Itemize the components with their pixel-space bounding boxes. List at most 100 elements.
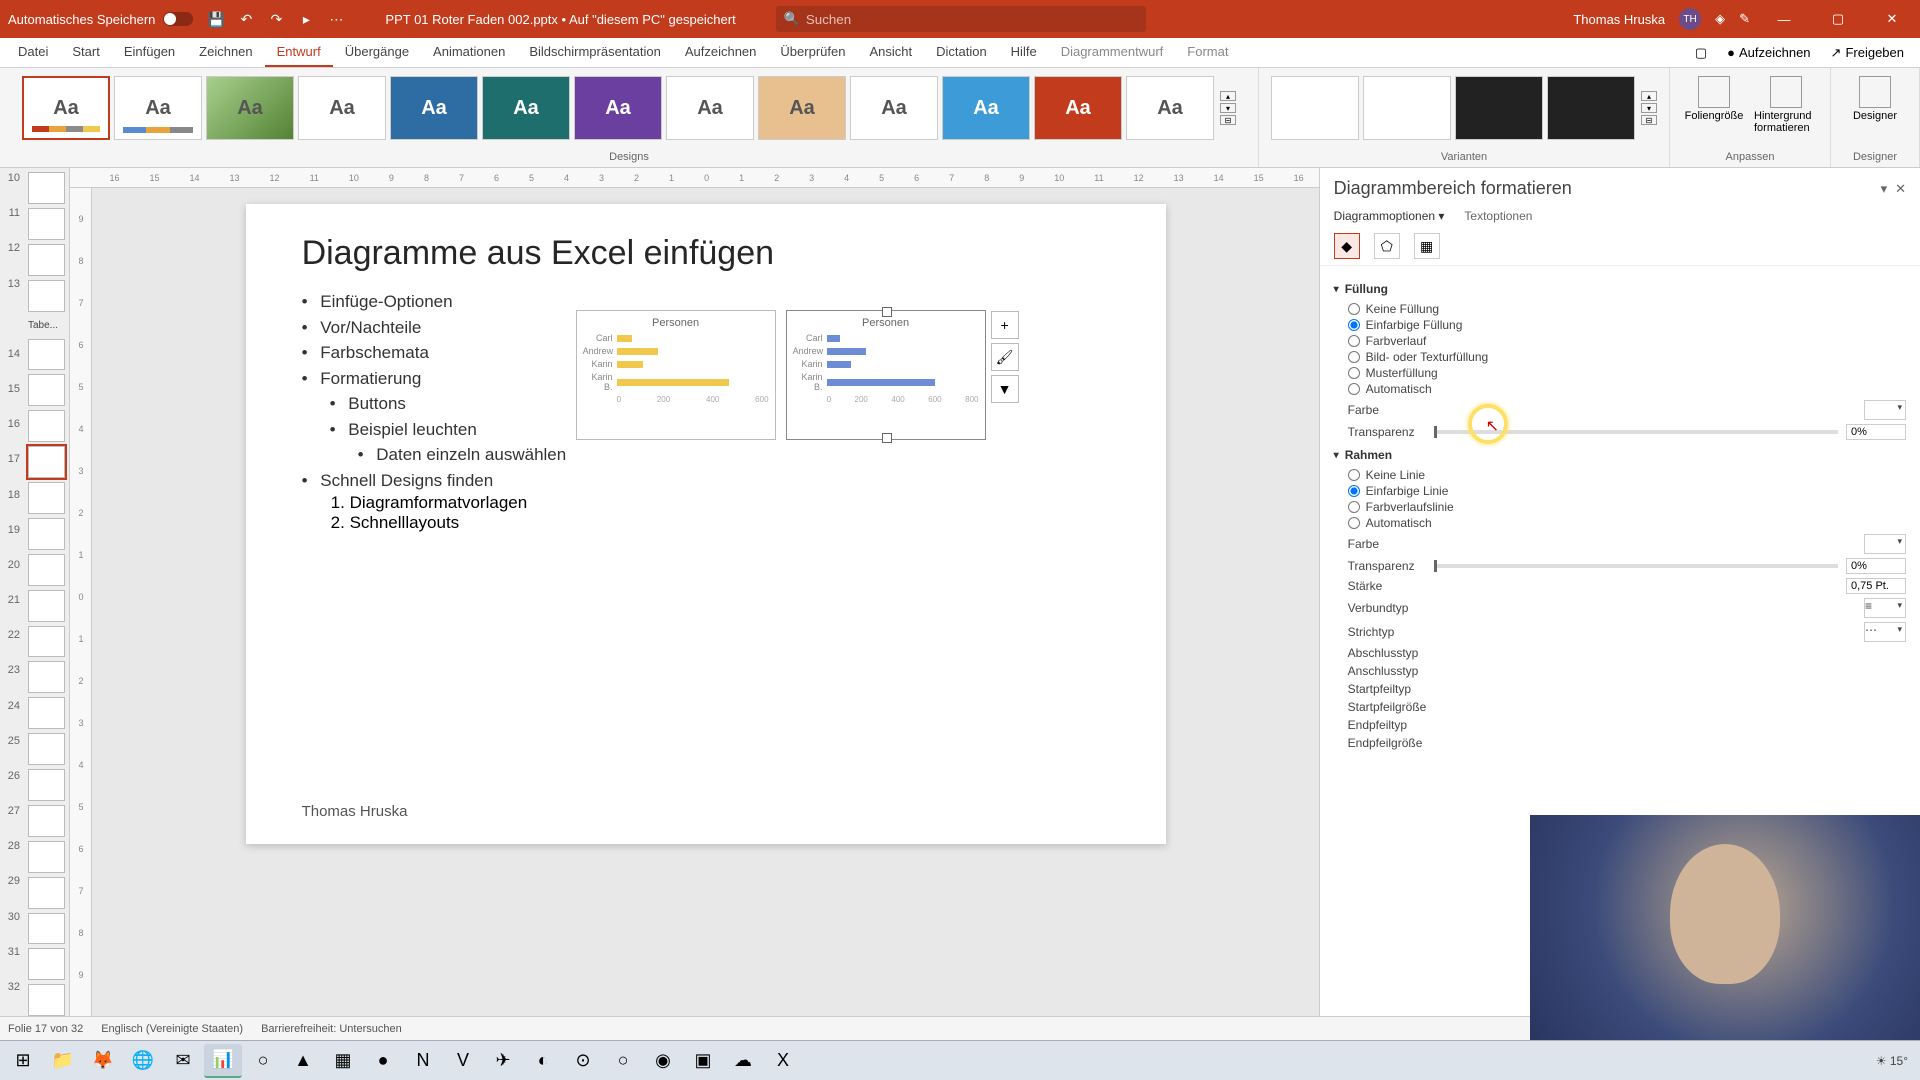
pane-tab-chart[interactable]: Diagrammoptionen ▾ bbox=[1334, 209, 1445, 223]
start-button[interactable]: ⊞ bbox=[4, 1044, 42, 1078]
fill-option[interactable]: Musterfüllung bbox=[1348, 366, 1906, 380]
fill-option[interactable]: Automatisch bbox=[1348, 382, 1906, 396]
section-border[interactable]: Rahmen bbox=[1334, 448, 1906, 462]
fill-option[interactable]: Farbverlauf bbox=[1348, 334, 1906, 348]
slide[interactable]: Diagramme aus Excel einfügen Einfüge-Opt… bbox=[246, 204, 1166, 844]
excel-icon[interactable]: X bbox=[764, 1044, 802, 1078]
pane-close-icon[interactable]: ✕ bbox=[1895, 181, 1906, 197]
themes-more[interactable]: ▴▾⊟ bbox=[1220, 91, 1236, 125]
theme-thumb[interactable]: Aa bbox=[114, 76, 202, 140]
fill-transparency-value[interactable] bbox=[1846, 424, 1906, 440]
outlook-icon[interactable]: ✉ bbox=[164, 1044, 202, 1078]
theme-thumb[interactable]: Aa bbox=[1034, 76, 1122, 140]
app-icon[interactable]: ▲ bbox=[284, 1044, 322, 1078]
tab-uebergaenge[interactable]: Übergänge bbox=[333, 38, 421, 67]
tab-start[interactable]: Start bbox=[60, 38, 111, 67]
collapse-ribbon-icon[interactable]: ▢ bbox=[1685, 38, 1717, 67]
border-transparency-slider[interactable] bbox=[1434, 564, 1838, 568]
tab-diagrammentwurf[interactable]: Diagrammentwurf bbox=[1049, 38, 1176, 67]
search-box[interactable]: 🔍 bbox=[776, 6, 1146, 32]
theme-thumb[interactable]: Aa bbox=[574, 76, 662, 140]
variant-thumb[interactable] bbox=[1363, 76, 1451, 140]
slide-thumb[interactable] bbox=[28, 769, 65, 801]
app-icon[interactable]: ● bbox=[364, 1044, 402, 1078]
slide-size-button[interactable]: Foliengröße bbox=[1678, 72, 1750, 138]
designer-button[interactable]: Designer bbox=[1839, 72, 1911, 126]
chart-1[interactable]: Personen CarlAndrewKarinKarin B. 0200400… bbox=[576, 310, 776, 440]
redo-icon[interactable]: ↷ bbox=[267, 10, 285, 28]
format-background-button[interactable]: Hintergrund formatieren bbox=[1750, 72, 1822, 138]
app-icon[interactable]: ▣ bbox=[684, 1044, 722, 1078]
slide-thumb[interactable] bbox=[28, 244, 65, 276]
app-icon[interactable]: ⊙ bbox=[564, 1044, 602, 1078]
slide-thumb[interactable] bbox=[28, 913, 65, 945]
user-name[interactable]: Thomas Hruska bbox=[1573, 12, 1665, 27]
telegram-icon[interactable]: ✈ bbox=[484, 1044, 522, 1078]
present-icon[interactable]: ▸ bbox=[297, 10, 315, 28]
theme-thumb[interactable]: Aa bbox=[1126, 76, 1214, 140]
slide-thumb[interactable] bbox=[28, 948, 65, 980]
vscode-icon[interactable]: V bbox=[444, 1044, 482, 1078]
slide-thumb[interactable] bbox=[28, 626, 65, 658]
compound-type-picker[interactable]: ≡ bbox=[1864, 598, 1906, 618]
variants-gallery[interactable]: ▴▾⊟ bbox=[1267, 72, 1661, 144]
explorer-icon[interactable]: 📁 bbox=[44, 1044, 82, 1078]
slide-thumb[interactable] bbox=[28, 877, 65, 909]
autosave-toggle[interactable] bbox=[163, 12, 193, 26]
theme-thumb[interactable]: Aa bbox=[942, 76, 1030, 140]
slide-thumb[interactable] bbox=[28, 339, 65, 371]
save-icon[interactable]: 💾 bbox=[207, 10, 225, 28]
app-icon[interactable]: ○ bbox=[604, 1044, 642, 1078]
fill-color-picker[interactable] bbox=[1864, 400, 1906, 420]
slide-thumb[interactable] bbox=[28, 733, 65, 765]
theme-thumb[interactable]: Aa bbox=[666, 76, 754, 140]
variant-thumb[interactable] bbox=[1271, 76, 1359, 140]
theme-thumb[interactable]: Aa bbox=[850, 76, 938, 140]
border-option[interactable]: Farbverlaufslinie bbox=[1348, 500, 1906, 514]
weather-tray[interactable]: ☀ 15° bbox=[1876, 1054, 1908, 1068]
tab-ansicht[interactable]: Ansicht bbox=[857, 38, 924, 67]
pane-options-icon[interactable]: ▾ bbox=[1881, 181, 1888, 197]
slide-thumb[interactable] bbox=[28, 697, 65, 729]
slide-thumb[interactable] bbox=[28, 841, 65, 873]
slide-title[interactable]: Diagramme aus Excel einfügen bbox=[302, 234, 1110, 273]
tab-entwurf[interactable]: Entwurf bbox=[265, 38, 333, 67]
share-button[interactable]: ↗ Freigeben bbox=[1821, 38, 1914, 67]
user-avatar[interactable]: TH bbox=[1679, 8, 1701, 30]
slide-thumb[interactable] bbox=[28, 984, 65, 1016]
slide-thumb[interactable] bbox=[28, 280, 65, 312]
language-status[interactable]: Englisch (Vereinigte Staaten) bbox=[101, 1023, 243, 1035]
tab-datei[interactable]: Datei bbox=[6, 38, 60, 67]
border-width-value[interactable] bbox=[1846, 578, 1906, 594]
variant-thumb[interactable] bbox=[1547, 76, 1635, 140]
variant-thumb[interactable] bbox=[1455, 76, 1543, 140]
slide-thumb[interactable] bbox=[28, 518, 65, 550]
chart-styles-button[interactable]: 🖌 bbox=[991, 343, 1019, 371]
slide-thumb[interactable] bbox=[28, 208, 65, 240]
app-icon[interactable]: ○ bbox=[244, 1044, 282, 1078]
app-icon[interactable]: ◐ bbox=[524, 1044, 562, 1078]
size-properties-icon[interactable]: ▦ bbox=[1414, 233, 1440, 259]
qat-more-icon[interactable]: ⋯ bbox=[327, 10, 345, 28]
tab-dictation[interactable]: Dictation bbox=[924, 38, 999, 67]
chart-filters-button[interactable]: ▼ bbox=[991, 375, 1019, 403]
tab-bildschirm[interactable]: Bildschirmpräsentation bbox=[517, 38, 673, 67]
close-button[interactable]: ✕ bbox=[1872, 0, 1912, 38]
theme-thumb[interactable]: Aa bbox=[22, 76, 110, 140]
chart-elements-button[interactable]: + bbox=[991, 311, 1019, 339]
pane-tab-text[interactable]: Textoptionen bbox=[1464, 209, 1532, 223]
slide-thumb[interactable] bbox=[28, 805, 65, 837]
pen-icon[interactable]: ✎ bbox=[1739, 11, 1750, 27]
theme-thumb[interactable]: Aa bbox=[758, 76, 846, 140]
border-color-picker[interactable] bbox=[1864, 534, 1906, 554]
effects-icon[interactable]: ⬠ bbox=[1374, 233, 1400, 259]
chrome-icon[interactable]: 🌐 bbox=[124, 1044, 162, 1078]
themes-gallery[interactable]: Aa Aa Aa Aa Aa Aa Aa Aa Aa Aa Aa Aa Aa ▴… bbox=[18, 72, 1240, 144]
record-button[interactable]: ● Aufzeichnen bbox=[1717, 38, 1820, 67]
accessibility-status[interactable]: Barrierefreiheit: Untersuchen bbox=[261, 1023, 402, 1035]
app-icon[interactable]: ☁ bbox=[724, 1044, 762, 1078]
tab-einfuegen[interactable]: Einfügen bbox=[112, 38, 187, 67]
search-input[interactable] bbox=[806, 12, 1138, 27]
minimize-button[interactable]: — bbox=[1764, 0, 1804, 38]
theme-thumb[interactable]: Aa bbox=[390, 76, 478, 140]
